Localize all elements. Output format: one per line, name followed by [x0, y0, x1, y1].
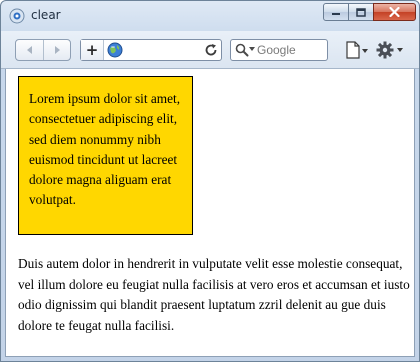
reload-icon[interactable]	[203, 42, 219, 58]
title-bar[interactable]: clear	[1, 1, 419, 31]
maximize-icon	[356, 7, 366, 17]
maximize-button[interactable]	[348, 3, 374, 21]
close-icon	[389, 7, 400, 17]
forward-arrow-icon	[54, 46, 60, 54]
browser-icon	[9, 8, 25, 24]
tools-menu-button[interactable]	[376, 40, 404, 60]
page-content[interactable]: Lorem ipsum dolor sit amet, consectetuer…	[5, 69, 415, 357]
forward-button[interactable]	[43, 40, 70, 60]
window-title: clear	[31, 8, 61, 22]
page-menu-button[interactable]	[345, 41, 369, 59]
minimize-button[interactable]	[323, 3, 349, 21]
url-input[interactable]	[125, 41, 197, 59]
address-bar[interactable]: +	[80, 39, 222, 61]
back-arrow-icon	[26, 46, 32, 54]
back-button[interactable]	[16, 40, 44, 60]
minimize-icon	[332, 13, 340, 15]
browser-window: clear + Google Lorem ipsum dolor sit ame…	[0, 0, 420, 362]
search-input[interactable]	[257, 41, 323, 59]
add-bookmark-button[interactable]: +	[81, 40, 104, 60]
body-paragraph: Duis autem dolor in hendrerit in vulputa…	[18, 256, 410, 333]
navigation-toolbar: +	[1, 31, 419, 69]
search-engine-dropdown-icon[interactable]	[249, 47, 255, 52]
floated-yellow-box: Lorem ipsum dolor sit amet, consectetuer…	[18, 76, 193, 235]
globe-icon	[107, 42, 123, 58]
page-icon	[346, 41, 368, 59]
gear-icon	[376, 41, 403, 59]
navigation-buttons	[15, 39, 71, 61]
close-button[interactable]	[373, 3, 416, 21]
search-icon[interactable]	[235, 43, 249, 57]
search-bar[interactable]	[230, 39, 328, 61]
